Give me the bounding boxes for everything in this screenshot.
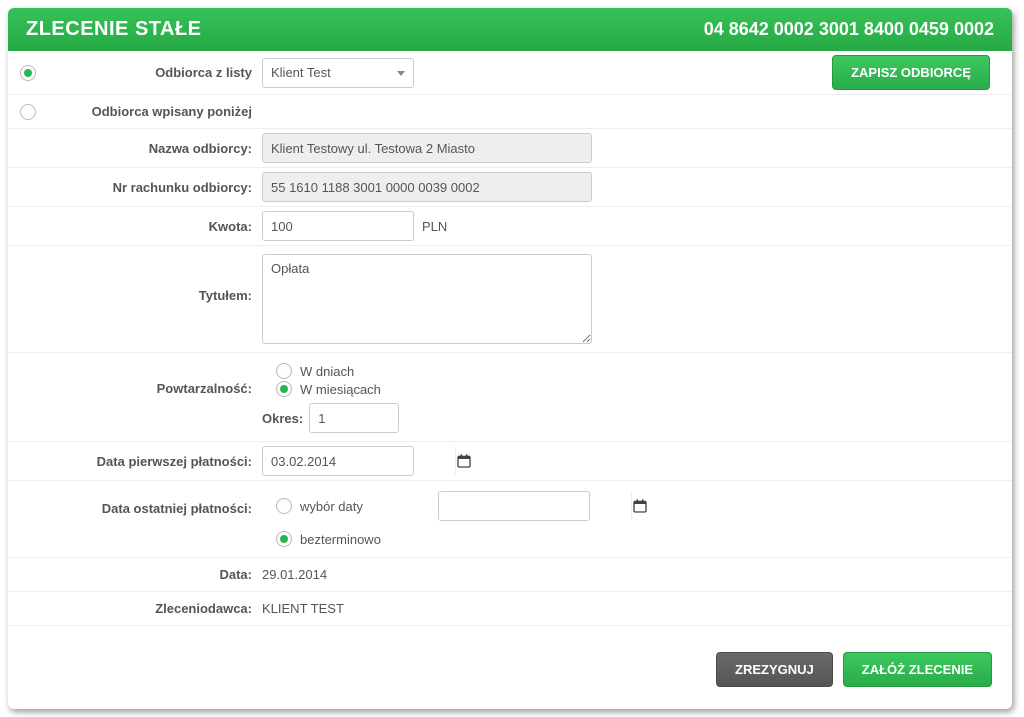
first-payment-date-input[interactable] <box>263 447 455 475</box>
panel-header: ZLECENIE STAŁE 04 8642 0002 3001 8400 04… <box>8 8 1012 51</box>
currency-label: PLN <box>422 219 447 234</box>
label-last-payment: Data ostatniej płatności: <box>8 481 262 522</box>
radio-recipient-from-list[interactable] <box>20 65 36 81</box>
save-recipient-button[interactable]: ZAPISZ ODBIORCĘ <box>832 55 990 90</box>
label-orderer: Zleceniodawca: <box>8 595 262 622</box>
row-first-payment: Data pierwszej płatności: <box>8 442 1012 481</box>
row-recipient-from-list: Odbiorca z listy Klient Test ZAPISZ ODBI… <box>8 51 1012 95</box>
row-last-payment: Data ostatniej płatności: wybór daty bez… <box>8 481 1012 558</box>
radio-recipient-manual[interactable] <box>20 104 36 120</box>
row-recipient-manual: Odbiorca wpisany poniżej <box>8 95 1012 129</box>
label-recurrence: Powtarzalność: <box>8 353 262 402</box>
label-recipient-account: Nr rachunku odbiorcy: <box>8 174 262 201</box>
last-payment-date-picker[interactable] <box>438 491 590 521</box>
recipient-name-input <box>262 133 592 163</box>
standing-order-panel: ZLECENIE STAŁE 04 8642 0002 3001 8400 04… <box>8 8 1012 709</box>
period-input[interactable] <box>309 403 399 433</box>
label-amount: Kwota: <box>8 213 262 240</box>
label-recipient-name: Nazwa odbiorcy: <box>8 135 262 162</box>
radio-last-payment-indefinitely[interactable] <box>276 531 292 547</box>
recipient-select[interactable]: Klient Test <box>262 58 414 88</box>
radio-last-payment-pick-date[interactable] <box>276 498 292 514</box>
label-recipient-manual: Odbiorca wpisany poniżej <box>48 104 262 119</box>
label-recipient-from-list: Odbiorca z listy <box>48 65 262 80</box>
label-pick-date: wybór daty <box>300 499 400 514</box>
label-period: Okres: <box>262 411 303 426</box>
label-first-payment: Data pierwszej płatności: <box>8 448 262 475</box>
date-value: 29.01.2014 <box>262 567 327 582</box>
label-indefinitely: bezterminowo <box>300 532 381 547</box>
first-payment-date-picker[interactable] <box>262 446 414 476</box>
cancel-button[interactable]: ZREZYGNUJ <box>716 652 833 687</box>
label-date: Data: <box>8 561 262 588</box>
row-recipient-name: Nazwa odbiorcy: <box>8 129 1012 168</box>
orderer-value: KLIENT TEST <box>262 601 344 616</box>
radio-recurrence-months[interactable] <box>276 381 292 397</box>
label-in-days: W dniach <box>300 364 354 379</box>
chevron-down-icon <box>397 71 405 76</box>
calendar-icon[interactable] <box>631 492 648 520</box>
row-recurrence: Powtarzalność: W dniach W miesiącach Okr… <box>8 353 1012 442</box>
radio-recurrence-days[interactable] <box>276 363 292 379</box>
row-orderer: Zleceniodawca: KLIENT TEST <box>8 592 1012 626</box>
calendar-icon[interactable] <box>455 447 472 475</box>
action-button-bar: ZREZYGNUJ ZAŁÓŻ ZLECENIE <box>8 626 1012 709</box>
account-number: 04 8642 0002 3001 8400 0459 0002 <box>704 19 994 40</box>
row-amount: Kwota: PLN <box>8 207 1012 246</box>
title-textarea[interactable] <box>262 254 592 344</box>
label-in-months: W miesiącach <box>300 382 381 397</box>
last-payment-date-input[interactable] <box>439 492 631 520</box>
page-title: ZLECENIE STAŁE <box>26 18 202 41</box>
recipient-account-input <box>262 172 592 202</box>
create-order-button[interactable]: ZAŁÓŻ ZLECENIE <box>843 652 992 687</box>
label-title: Tytułem: <box>8 246 262 309</box>
amount-input[interactable] <box>262 211 414 241</box>
row-date: Data: 29.01.2014 <box>8 558 1012 592</box>
recipient-select-value: Klient Test <box>271 65 331 80</box>
row-title: Tytułem: <box>8 246 1012 353</box>
row-recipient-account: Nr rachunku odbiorcy: <box>8 168 1012 207</box>
